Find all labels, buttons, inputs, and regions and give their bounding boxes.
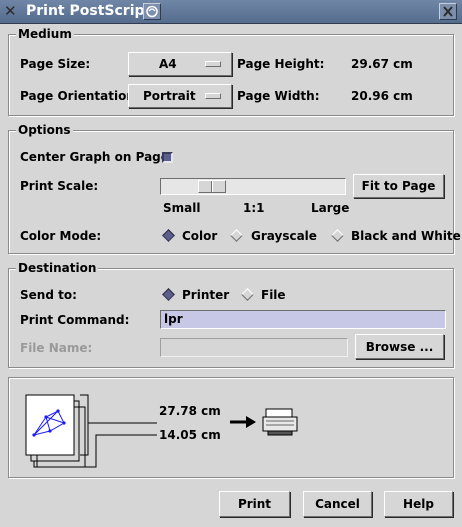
title-bar[interactable]: ✕ Print PostScript	[0, 0, 462, 24]
black-and-white-option-label[interactable]: Black and White	[351, 229, 461, 243]
fit-to-page-button[interactable]: Fit to Page	[353, 174, 444, 198]
preview-width-value: 14.05 cm	[159, 428, 221, 442]
center-graph-label: Center Graph on Page:	[20, 150, 174, 164]
cancel-button[interactable]: Cancel	[303, 491, 372, 517]
page-height-label: Page Height:	[237, 57, 325, 71]
color-mode-label: Color Mode:	[20, 229, 102, 243]
page-width-value: 20.96 cm	[351, 89, 413, 103]
browse-button[interactable]: Browse ...	[355, 334, 444, 359]
window-title: Print PostScript	[26, 3, 152, 19]
option-menu-indicator-icon	[205, 93, 221, 99]
grayscale-option-label[interactable]: Grayscale	[251, 229, 317, 243]
scale-1to1-label: 1:1	[243, 201, 265, 215]
help-button[interactable]: Help	[384, 491, 453, 517]
option-menu-indicator-icon	[205, 61, 221, 67]
window-menu-icon[interactable]: ✕	[4, 4, 17, 19]
page-height-value: 29.67 cm	[351, 57, 413, 71]
printer-icon	[262, 405, 298, 435]
page-orientation-menu[interactable]: Portrait	[128, 84, 232, 108]
page-orientation-label: Page Orientation:	[20, 89, 140, 103]
page-size-menu[interactable]: A4	[128, 52, 232, 76]
close-icon[interactable]	[439, 3, 457, 20]
scale-large-label: Large	[311, 201, 350, 215]
printer-option-label[interactable]: Printer	[182, 288, 229, 302]
file-name-label: File Name:	[20, 341, 93, 355]
print-scale-slider[interactable]	[160, 178, 346, 195]
page-width-label: Page Width:	[237, 89, 320, 103]
file-option-label[interactable]: File	[261, 288, 286, 302]
center-graph-checkbox[interactable]	[162, 152, 173, 163]
print-command-input[interactable]: lpr	[160, 310, 446, 329]
color-option-label[interactable]: Color	[182, 229, 217, 243]
preview-height-value: 27.78 cm	[159, 404, 221, 418]
page-size-label: Page Size:	[20, 57, 91, 71]
print-scale-label: Print Scale:	[20, 179, 99, 193]
medium-heading: Medium	[16, 27, 74, 41]
page-size-value: A4	[159, 57, 177, 71]
print-command-label: Print Command:	[20, 313, 130, 327]
shade-icon[interactable]	[143, 3, 161, 20]
scale-small-label: Small	[163, 201, 201, 215]
options-heading: Options	[16, 123, 73, 137]
send-to-label: Send to:	[20, 288, 77, 302]
destination-heading: Destination	[16, 261, 99, 275]
file-name-input[interactable]	[160, 338, 348, 357]
page-orientation-value: Portrait	[143, 89, 196, 103]
print-button[interactable]: Print	[219, 491, 290, 517]
slider-thumb[interactable]	[198, 180, 226, 193]
